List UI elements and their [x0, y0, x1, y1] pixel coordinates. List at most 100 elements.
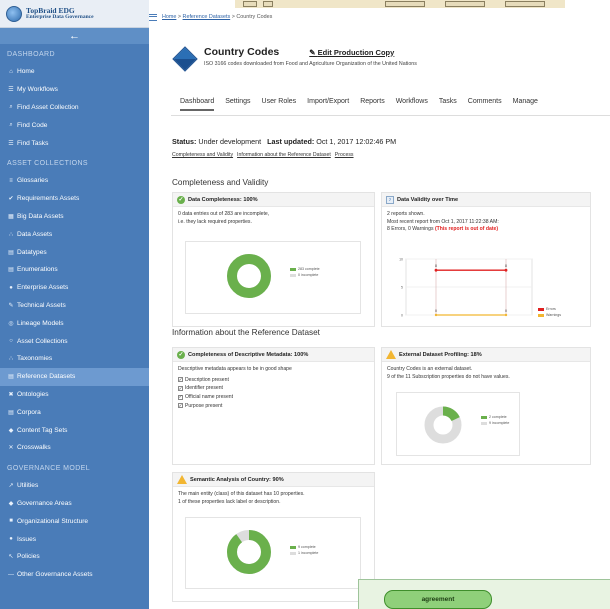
sidebar-item-label: Reference Datasets: [17, 373, 76, 381]
sidebar-item-requirements-assets[interactable]: ✔ Requirements Assets: [0, 190, 149, 208]
warnings-data-label: 0: [435, 309, 437, 313]
tab-manage[interactable]: Manage: [513, 98, 538, 111]
errors-point: [504, 268, 508, 272]
menu-icon[interactable]: [149, 13, 157, 21]
legend-incomplete: 9 incomplete: [489, 421, 510, 425]
status-line: Status: Under development Last updated: …: [172, 137, 396, 146]
datatype-icon: ▤: [8, 249, 14, 256]
checkbox-checked-icon: ✓: [178, 403, 183, 409]
section-heading-completeness: Completeness and Validity: [172, 178, 269, 187]
legend-complete: 283 complete: [298, 267, 320, 271]
sidebar-item-data-assets[interactable]: ∴ Data Assets: [0, 225, 149, 243]
sidebar-section-heading: ASSET COLLECTIONS: [7, 159, 88, 167]
sidebar-item-enumerations[interactable]: ▤ Enumerations: [0, 261, 149, 279]
tab-comments[interactable]: Comments: [468, 98, 502, 111]
sidebar-item-governance-areas[interactable]: ◆ Governance Areas: [0, 495, 149, 513]
sidebar-item-organizational-structure[interactable]: ■ Organizational Structure: [0, 512, 149, 530]
sidebar-item-crosswalks[interactable]: ✕ Crosswalks: [0, 439, 149, 457]
tab-import-export[interactable]: Import/Export: [307, 98, 349, 111]
sidebar-item-label: Data Assets: [17, 230, 53, 238]
sidebar-item-issues[interactable]: ● Issues: [0, 530, 149, 548]
edit-production-copy-label: Edit Production Copy: [317, 47, 395, 57]
sidebar-item-find-tasks[interactable]: ☰ Find Tasks: [0, 134, 149, 152]
brand[interactable]: TopBraid EDG Enterprise Data Governance: [0, 0, 149, 28]
warning-icon: [386, 350, 396, 359]
legend-warnings: Warnings: [546, 313, 562, 317]
breadcrumb-home[interactable]: Home: [162, 14, 176, 20]
semantic-analysis-panel: Semantic Analysis of Country: 90% The ma…: [172, 472, 375, 602]
tab-bar: Dashboard Settings User Roles Import/Export…: [180, 98, 538, 111]
donut-complete-arc: [227, 530, 271, 574]
errors-data-label: 8: [435, 264, 437, 268]
legend-swatch-complete: [481, 415, 487, 419]
legend-swatch-warnings: [538, 313, 544, 317]
sidebar-item-lineage-models[interactable]: ◎ Lineage Models: [0, 314, 149, 332]
breadcrumb-current: Country Codes: [236, 14, 273, 20]
panel-header: ✓ Data Completeness: 100%: [173, 193, 374, 207]
ontology-icon: ✖: [8, 391, 14, 398]
org-icon: ■: [9, 518, 13, 525]
collection-icon: ○: [9, 338, 13, 345]
agreement-node[interactable]: agreement: [384, 590, 492, 609]
section-links: Completeness and Validity Information ab…: [172, 152, 354, 158]
legend-swatch-errors: [538, 307, 544, 311]
technical-icon: ✎: [8, 302, 14, 309]
legend-errors: Errors: [546, 307, 556, 311]
sidebar-item-home[interactable]: ⌂ Home: [0, 63, 149, 81]
sidebar-item-label: Find Code: [17, 121, 48, 129]
sidebar-item-label: Crosswalks: [17, 444, 51, 452]
sidebar-item-policies[interactable]: ↖ Policies: [0, 548, 149, 566]
tab-tasks[interactable]: Tasks: [439, 98, 457, 111]
panel-text: 1 of these properties lack label or desc…: [178, 498, 281, 505]
enterprise-icon: ●: [9, 284, 13, 291]
status-value: Under development: [198, 137, 262, 146]
policies-icon: ↖: [8, 554, 14, 561]
sidebar-item-label: Taxonomies: [17, 355, 53, 363]
tab-dashboard[interactable]: Dashboard: [180, 98, 215, 111]
sidebar-item-find-code[interactable]: ⌕ Find Code: [0, 116, 149, 134]
sidebar-item-glossaries[interactable]: ≡ Glossaries: [0, 172, 149, 190]
sidebar-item-corpora[interactable]: ▤ Corpora: [0, 403, 149, 421]
data-validity-panel: 7 Data Validity over Time 2 reports shown…: [381, 192, 591, 327]
lineage-icon: ◎: [8, 320, 14, 327]
last-updated-value: Oct 1, 2017 12:02:46 PM: [316, 137, 397, 146]
checklist-item: ✓ Purpose present: [178, 402, 369, 411]
sidebar-item-ontologies[interactable]: ✖ Ontologies: [0, 386, 149, 404]
sidebar-item-enterprise-assets[interactable]: ● Enterprise Assets: [0, 279, 149, 297]
sidebar-item-label: Glossaries: [17, 177, 49, 185]
link-process[interactable]: Process: [335, 152, 354, 158]
chart-legend: 9 complete 1 incomplete: [290, 545, 318, 557]
sidebar-item-utilities[interactable]: ↗ Utilities: [0, 477, 149, 495]
sidebar-item-label: Technical Assets: [17, 301, 66, 309]
search-icon: ⌕: [9, 121, 13, 128]
link-information-reference-dataset[interactable]: Information about the Reference Dataset: [237, 152, 331, 158]
sidebar-item-taxonomies[interactable]: ∴ Taxonomies: [0, 350, 149, 368]
sidebar-item-content-tag-sets[interactable]: ◆ Content Tag Sets: [0, 421, 149, 439]
panel-text: 2 reports shown.: [387, 211, 425, 217]
tab-user-roles[interactable]: User Roles: [262, 98, 297, 111]
edit-production-copy-link[interactable]: ✎ Edit Production Copy: [309, 48, 394, 57]
sidebar-item-label: Home: [17, 68, 35, 76]
sidebar-item-datatypes[interactable]: ▤ Datatypes: [0, 243, 149, 261]
sidebar-item-label: Enumerations: [17, 266, 58, 274]
sidebar-item-other-governance-assets[interactable]: — Other Governance Assets: [0, 566, 149, 584]
sidebar-item-reference-datasets[interactable]: ▤ Reference Datasets: [0, 367, 149, 386]
errors-data-label: 8: [505, 264, 507, 268]
breadcrumb-reference-datasets[interactable]: Reference Datasets: [183, 14, 231, 20]
tab-workflows[interactable]: Workflows: [396, 98, 428, 111]
sidebar-item-technical-assets[interactable]: ✎ Technical Assets: [0, 297, 149, 315]
warnings-point: [504, 313, 508, 317]
tab-reports[interactable]: Reports: [360, 98, 385, 111]
main-content: Country Codes ✎ Edit Production Copy ISO…: [149, 30, 610, 609]
sidebar-item-label: Find Tasks: [17, 139, 49, 147]
sidebar-item-big-data-assets[interactable]: ▦ Big Data Assets: [0, 208, 149, 226]
collapse-sidebar-button[interactable]: ←: [0, 28, 149, 44]
checklist-item: ✓ Identifier present: [178, 384, 369, 393]
dataset-diamond-icon: [172, 46, 198, 72]
sidebar-item-find-asset-collection[interactable]: ⌕ Find Asset Collection: [0, 99, 149, 117]
tab-settings[interactable]: Settings: [225, 98, 250, 111]
sidebar-item-asset-collections[interactable]: ○ Asset Collections: [0, 332, 149, 350]
panel-title: Data Validity over Time: [397, 196, 459, 203]
sidebar-item-my-workflows[interactable]: ☰ My Workflows: [0, 81, 149, 99]
link-completeness-validity[interactable]: Completeness and Validity: [172, 152, 233, 158]
